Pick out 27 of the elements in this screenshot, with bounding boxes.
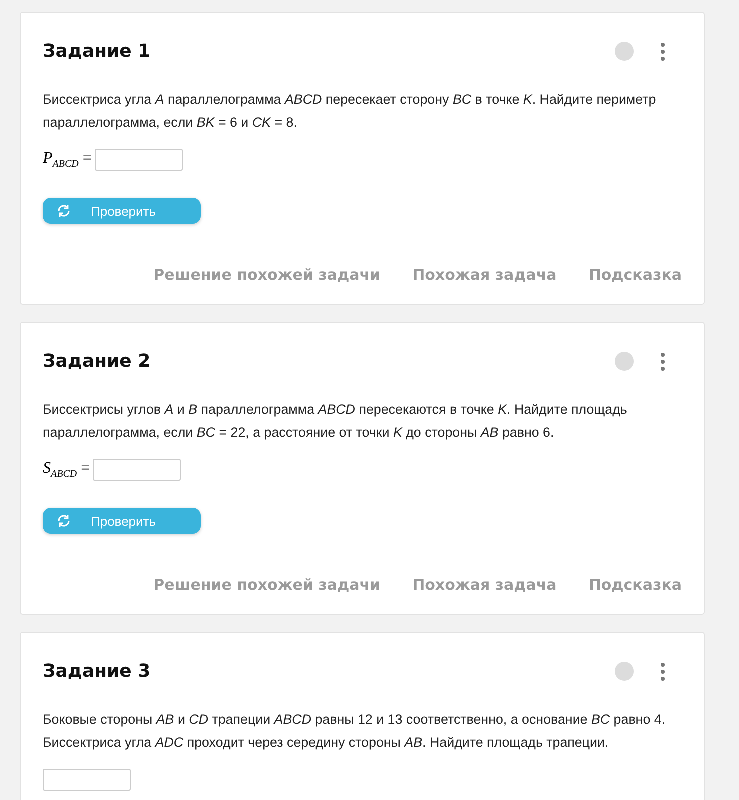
task-text: Биссектриса угла A параллелограмма ABCD пересекает сторону BC в точке K. Найдите периметр параллелограмма, если BK = 6 и CK = 8.: [43, 91, 658, 132]
menu-icon[interactable]: [661, 352, 665, 370]
hint-link[interactable]: Похожая задача: [412, 576, 557, 594]
refresh-icon: [57, 514, 71, 528]
task-title: Задание 1: [43, 41, 152, 62]
task-title: Задание 2: [43, 351, 152, 372]
task-text: Биссектрисы углов A и B параллелограмма ABCD пересекаются в точке K. Найдите площадь параллелограмма, если BC = 22, а расстояние от точки K до стороны AB равно 6.: [43, 401, 628, 442]
menu-icon[interactable]: [661, 662, 665, 680]
hint-link[interactable]: Подсказка: [588, 576, 682, 594]
status-dot-icon: [615, 352, 634, 371]
answer-field[interactable]: [94, 149, 183, 171]
hint-link[interactable]: Решение похожей задачи: [154, 266, 381, 284]
refresh-icon: [57, 204, 71, 218]
task-title: Задание 3: [43, 661, 152, 682]
hint-link[interactable]: Подсказка: [588, 266, 682, 284]
task-text: Боковые стороны AB и CD трапеции ABCD равны 12 и 13 соответственно, а основание BC равно 4. Биссектриса угла ADC проходит через середину стороны AB. Найдите площадь трапеции.: [43, 711, 667, 752]
hint-link[interactable]: Похожая задача: [412, 266, 557, 284]
status-dot-icon: [615, 662, 634, 681]
hint-link[interactable]: Решение похожей задачи: [154, 576, 381, 594]
status-dot-icon: [615, 42, 634, 61]
answer-field[interactable]: [43, 769, 131, 791]
answer-label: P$_{ABCD}$ =: [43, 150, 92, 170]
answer-label: S$_{ABCD}$ =: [43, 460, 90, 480]
check-button[interactable]: Проверить: [43, 198, 201, 224]
answer-field[interactable]: [93, 459, 182, 481]
menu-icon[interactable]: [661, 42, 665, 60]
check-button[interactable]: Проверить: [43, 508, 201, 534]
